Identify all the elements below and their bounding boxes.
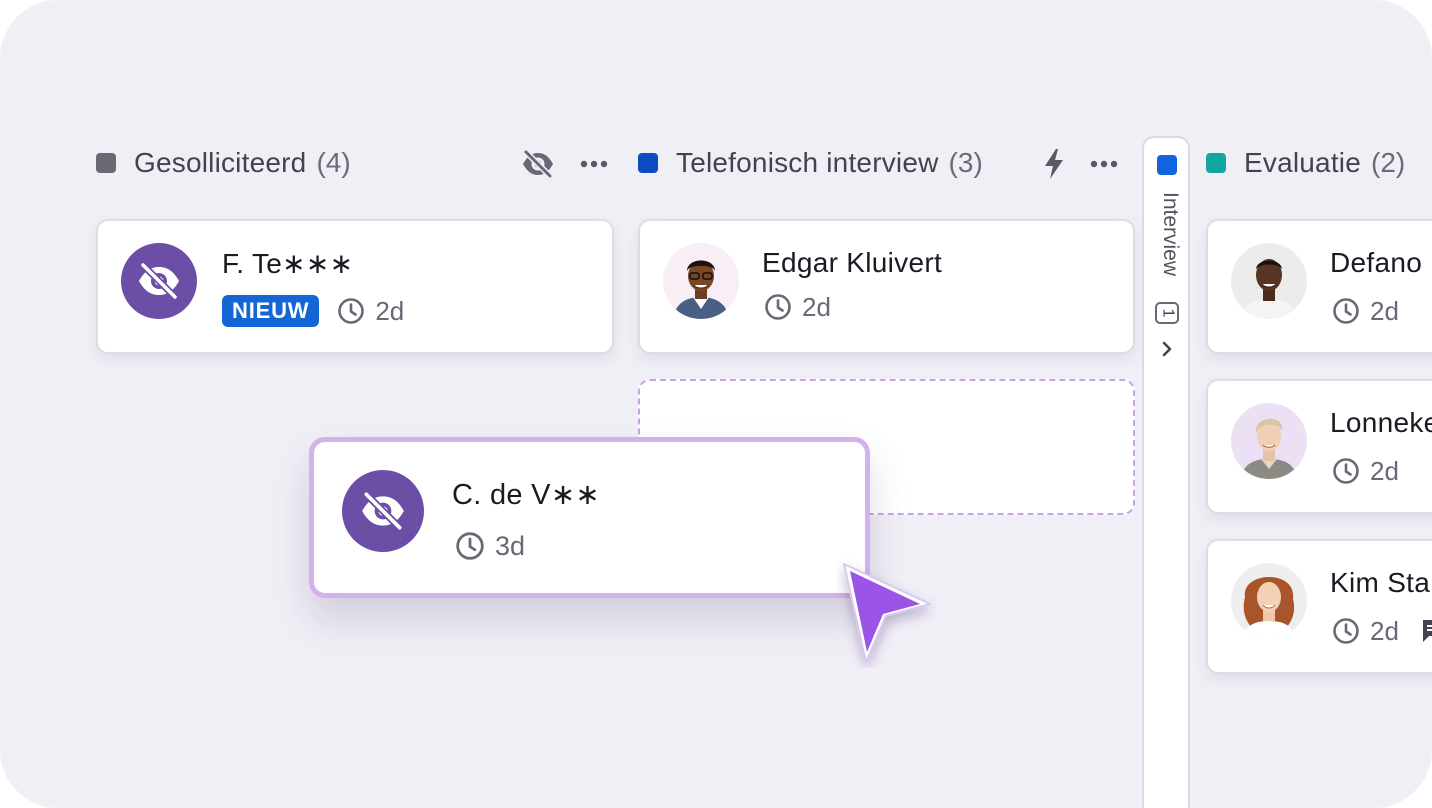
candidate-name: F. Te∗∗∗ xyxy=(222,248,354,279)
column-header-phone-interview[interactable]: Telefonisch interview (3) xyxy=(638,140,983,186)
column-color-swatch xyxy=(1157,155,1177,175)
candidate-age: 3d xyxy=(495,530,526,561)
column-count: (3) xyxy=(948,147,983,178)
clock-icon xyxy=(338,298,365,324)
clock-icon xyxy=(1333,458,1359,484)
candidate-meta: NIEUW 2d xyxy=(222,295,404,327)
candidate-card[interactable]: Defano 2d xyxy=(1206,219,1432,354)
candidate-name: Defano xyxy=(1330,247,1423,278)
dragged-candidate-card[interactable]: C. de V∗∗ 3d xyxy=(309,437,870,598)
eye-off-icon[interactable] xyxy=(520,148,556,180)
candidate-age: 2d xyxy=(802,291,831,322)
column-header-applied[interactable]: Gesolliciteerd (4) xyxy=(96,140,351,186)
column-color-swatch xyxy=(638,153,658,173)
candidate-name: Edgar Kluivert xyxy=(762,247,943,278)
column-color-swatch xyxy=(1206,153,1226,173)
column-color-swatch xyxy=(96,153,116,173)
candidate-name: Lonneke xyxy=(1330,407,1432,438)
candidate-meta: 3d xyxy=(455,530,525,562)
candidate-card[interactable]: Edgar Kluivert 2d xyxy=(638,219,1135,354)
candidate-avatar xyxy=(663,243,739,319)
hidden-candidate-icon xyxy=(342,470,424,552)
candidate-meta: 2d xyxy=(1332,455,1399,487)
candidate-age: 2d xyxy=(1370,615,1399,646)
column-title: Evaluatie xyxy=(1244,147,1361,178)
column-title: Telefonisch interview xyxy=(676,147,939,178)
candidate-card[interactable]: F. Te∗∗∗ NIEUW 2d xyxy=(96,219,614,354)
candidate-name: Kim Sta xyxy=(1330,567,1431,598)
candidate-meta: 2d xyxy=(764,291,831,323)
column-header-evaluation[interactable]: Evaluatie (2) xyxy=(1206,140,1405,186)
more-icon[interactable] xyxy=(576,148,612,180)
comment-icon xyxy=(1422,620,1432,642)
candidate-avatar xyxy=(1231,563,1307,639)
clock-icon xyxy=(456,532,484,560)
candidate-meta: 2d xyxy=(1332,615,1432,647)
candidate-age: 2d xyxy=(375,295,405,326)
candidate-avatar xyxy=(1231,403,1307,479)
candidate-avatar xyxy=(1231,243,1307,319)
pointer-arrow-icon xyxy=(836,558,936,668)
candidate-meta: 2d xyxy=(1332,295,1399,327)
hidden-candidate-icon xyxy=(121,243,197,319)
column-count: (4) xyxy=(316,147,351,178)
lightning-icon[interactable] xyxy=(1036,148,1072,180)
collapsed-column-interview[interactable]: Interview 1 xyxy=(1142,136,1190,808)
candidate-age: 2d xyxy=(1370,455,1399,486)
clock-icon xyxy=(1333,618,1359,644)
new-badge: NIEUW xyxy=(222,295,320,327)
chevron-right-icon[interactable] xyxy=(1157,338,1177,360)
column-title: Gesolliciteerd xyxy=(134,147,307,178)
candidate-card[interactable]: Lonneke 2d xyxy=(1206,379,1432,514)
clock-icon xyxy=(765,294,791,320)
more-icon[interactable] xyxy=(1086,148,1122,180)
candidate-age: 2d xyxy=(1370,295,1399,326)
clock-icon xyxy=(1333,298,1359,324)
column-count: (2) xyxy=(1371,147,1406,178)
column-count: 1 xyxy=(1155,302,1179,324)
candidate-name: C. de V∗∗ xyxy=(452,479,601,511)
pipeline-board: Gesolliciteerd (4) Telefonisch interview… xyxy=(0,0,1432,808)
candidate-card[interactable]: Kim Sta 2d xyxy=(1206,539,1432,674)
